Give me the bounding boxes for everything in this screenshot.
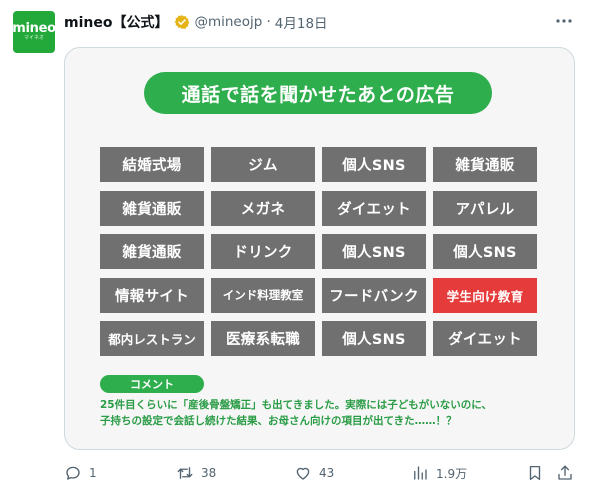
ad-cell: 個人SNS — [322, 321, 426, 356]
like-button[interactable]: 43 — [294, 461, 334, 485]
like-count: 43 — [319, 466, 335, 480]
reply-icon — [66, 466, 80, 480]
heart-icon — [296, 467, 310, 480]
avatar-sub: マイネオ — [23, 35, 44, 41]
ad-cell: ダイエット — [433, 321, 537, 356]
comment-line: 子持ちの設定で会話し続けた結果、お母さん向けの項目が出てきた……！？ — [100, 415, 457, 427]
tweet-date[interactable]: 4月18日 — [275, 12, 328, 32]
ellipsis-icon — [556, 19, 572, 23]
ad-cell: ジム — [211, 147, 315, 182]
comment-label: コメント — [100, 375, 204, 393]
bookmark-button[interactable] — [526, 461, 544, 485]
account-handle[interactable]: @mineojp — [194, 14, 262, 30]
ad-cell: フードバンク — [322, 277, 426, 313]
views-chart-icon — [414, 466, 427, 480]
avatar[interactable]: mineo マイネオ — [12, 11, 56, 53]
ad-cell: 雑貨通販 — [100, 190, 204, 226]
ad-cell: 個人SNS — [322, 234, 426, 269]
verified-badge-icon — [175, 15, 190, 29]
ad-cell: 結婚式場 — [100, 147, 204, 182]
avatar-logo: mineo — [12, 21, 56, 36]
share-button[interactable] — [556, 461, 574, 485]
retweet-icon — [177, 467, 193, 479]
comment-text: 25件目くらいに「産後骨盤矯正」も出てきました。実際には子どもがいないのに、 子… — [100, 397, 570, 429]
account-name[interactable]: mineo【公式】 — [64, 12, 168, 32]
ad-cell: ドリンク — [211, 234, 315, 269]
ad-cell: 雑貨通販 — [100, 234, 204, 269]
ad-cell: 個人SNS — [433, 234, 537, 269]
ad-cell: ダイエット — [322, 190, 426, 226]
more-options-icon[interactable] — [552, 10, 576, 32]
ad-cell: アパレル — [433, 190, 537, 226]
tweet-header: mineo【公式】 @mineojp · 4月18日 — [64, 12, 328, 32]
retweet-count: 38 — [201, 466, 217, 480]
views-button[interactable]: 1.9万 — [411, 461, 467, 485]
ad-cell: 雑貨通販 — [433, 147, 537, 182]
ad-cell: 情報サイト — [100, 277, 204, 313]
ad-cell: メガネ — [211, 190, 315, 226]
media-card[interactable]: 通話で話を聞かせたあとの広告 結婚式場 ジム 個人SNS 雑貨通販 雑貨通販 メ… — [64, 47, 575, 450]
comment-line: 25件目くらいに「産後骨盤矯正」も出てきました。実際には子どもがいないのに、 — [100, 399, 492, 411]
ad-cell: 医療系転職 — [211, 321, 315, 356]
action-bar: 1 38 43 1.9万 — [64, 461, 580, 485]
reply-button[interactable]: 1 — [64, 461, 97, 485]
share-icon — [558, 465, 572, 480]
retweet-button[interactable]: 38 — [176, 461, 216, 485]
ad-cell-highlighted: 学生向け教育 — [433, 277, 537, 313]
ad-cell: インド料理教室 — [211, 277, 315, 313]
ad-grid: 結婚式場 ジム 個人SNS 雑貨通販 雑貨通販 メガネ ダイエット アパレル 雑… — [100, 147, 537, 356]
views-count: 1.9万 — [436, 466, 468, 481]
bookmark-icon — [529, 465, 541, 481]
ad-cell: 個人SNS — [322, 147, 426, 182]
ad-cell: 都内レストラン — [100, 321, 204, 356]
card-title: 通話で話を聞かせたあとの広告 — [144, 72, 492, 114]
header-separator: · — [266, 14, 271, 30]
reply-count: 1 — [89, 466, 97, 480]
